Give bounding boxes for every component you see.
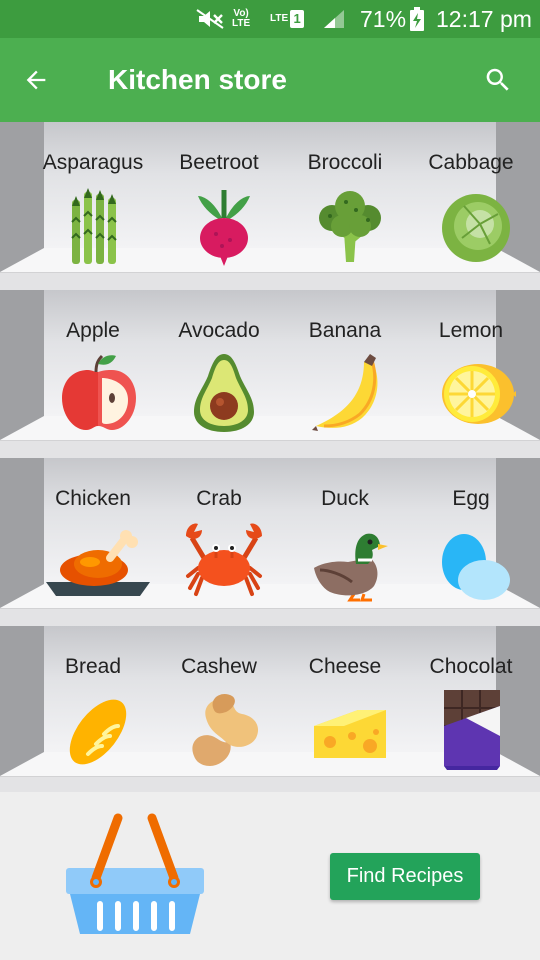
item-cheese[interactable]: Cheese <box>282 626 408 776</box>
item-avocado[interactable]: Avocado <box>156 290 282 440</box>
item-asparagus[interactable]: Asparagus <box>30 122 156 272</box>
arrow-left-icon <box>26 70 46 90</box>
item-chocolate[interactable]: Chocolat <box>408 626 534 776</box>
status-bar: Vo) LTE LTE 1 71% 12:17 pm <box>0 0 540 38</box>
item-label: Broccoli <box>307 151 383 174</box>
basket-icon[interactable] <box>60 812 210 936</box>
item-label: Cashew <box>181 655 257 678</box>
cabbage-icon <box>436 182 516 266</box>
bread-icon <box>58 686 138 770</box>
item-label: Chocolat <box>429 655 513 678</box>
item-cashew[interactable]: Cashew <box>156 626 282 776</box>
clock: 12:17 pm <box>436 5 532 32</box>
beetroot-icon <box>184 182 264 266</box>
asparagus-icon <box>58 182 138 266</box>
item-label: Bread <box>64 655 122 678</box>
item-label: Avocado <box>178 319 260 342</box>
item-label: Crab <box>196 487 242 510</box>
cashew-icon <box>184 686 264 770</box>
avocado-icon <box>184 350 264 434</box>
item-bread[interactable]: Bread <box>30 626 156 776</box>
chicken-icon <box>46 518 150 602</box>
item-label: Apple <box>66 319 120 342</box>
volte-icon: Vo) LTE <box>232 8 251 29</box>
shelf-proteins: Chicken Crab Duck Egg <box>0 458 540 626</box>
egg-icon <box>436 518 516 602</box>
item-label: Chicken <box>55 487 131 510</box>
back-button[interactable] <box>14 58 58 102</box>
sim-slot-badge: 1 <box>290 10 305 28</box>
lte-sim-indicator: LTE 1 <box>270 0 305 38</box>
item-label: Cabbage <box>428 151 514 174</box>
item-crab[interactable]: Crab <box>156 458 282 608</box>
item-label: Lemon <box>438 319 504 342</box>
item-label: Banana <box>308 319 382 342</box>
item-label: Duck <box>321 487 369 510</box>
item-duck[interactable]: Duck <box>282 458 408 608</box>
item-cabbage[interactable]: Cabbage <box>408 122 534 272</box>
lemon-icon <box>436 350 516 434</box>
duck-icon <box>310 518 390 602</box>
signal-icon <box>322 0 346 38</box>
item-banana[interactable]: Banana <box>282 290 408 440</box>
item-egg[interactable]: Egg <box>408 458 534 608</box>
crab-icon <box>184 518 264 602</box>
cheese-icon <box>310 686 390 770</box>
search-button[interactable] <box>476 58 520 102</box>
item-broccoli[interactable]: Broccoli <box>282 122 408 272</box>
mute-icon <box>196 0 226 38</box>
broccoli-icon <box>310 182 390 266</box>
footer: Find Recipes <box>0 792 540 960</box>
find-recipes-button[interactable]: Find Recipes <box>330 853 480 900</box>
page-title: Kitchen store <box>108 64 287 95</box>
item-lemon[interactable]: Lemon <box>408 290 534 440</box>
banana-icon <box>310 350 390 434</box>
item-label: Cheese <box>308 655 382 678</box>
search-icon <box>486 68 509 91</box>
item-beetroot[interactable]: Beetroot <box>156 122 282 272</box>
item-label: Beetroot <box>179 151 259 174</box>
item-label: Asparagus <box>42 151 144 174</box>
lte-label: LTE <box>270 13 289 24</box>
item-apple[interactable]: Apple <box>30 290 156 440</box>
shelf-pantry: Bread Cashew Cheese Chocolat <box>0 626 540 794</box>
app-bar: Kitchen store <box>0 38 540 122</box>
battery-percent: 71% <box>360 5 407 32</box>
battery-charging-icon <box>409 0 425 38</box>
item-chicken[interactable]: Chicken <box>30 458 156 608</box>
shelf-fruits: Apple Avocado Banana Lemon <box>0 290 540 458</box>
chocolate-icon <box>436 686 516 770</box>
apple-icon <box>58 350 138 434</box>
item-label: Egg <box>452 487 490 510</box>
shelf-vegetables: Asparagus Beetroot Broccoli Cabbage <box>0 122 540 290</box>
